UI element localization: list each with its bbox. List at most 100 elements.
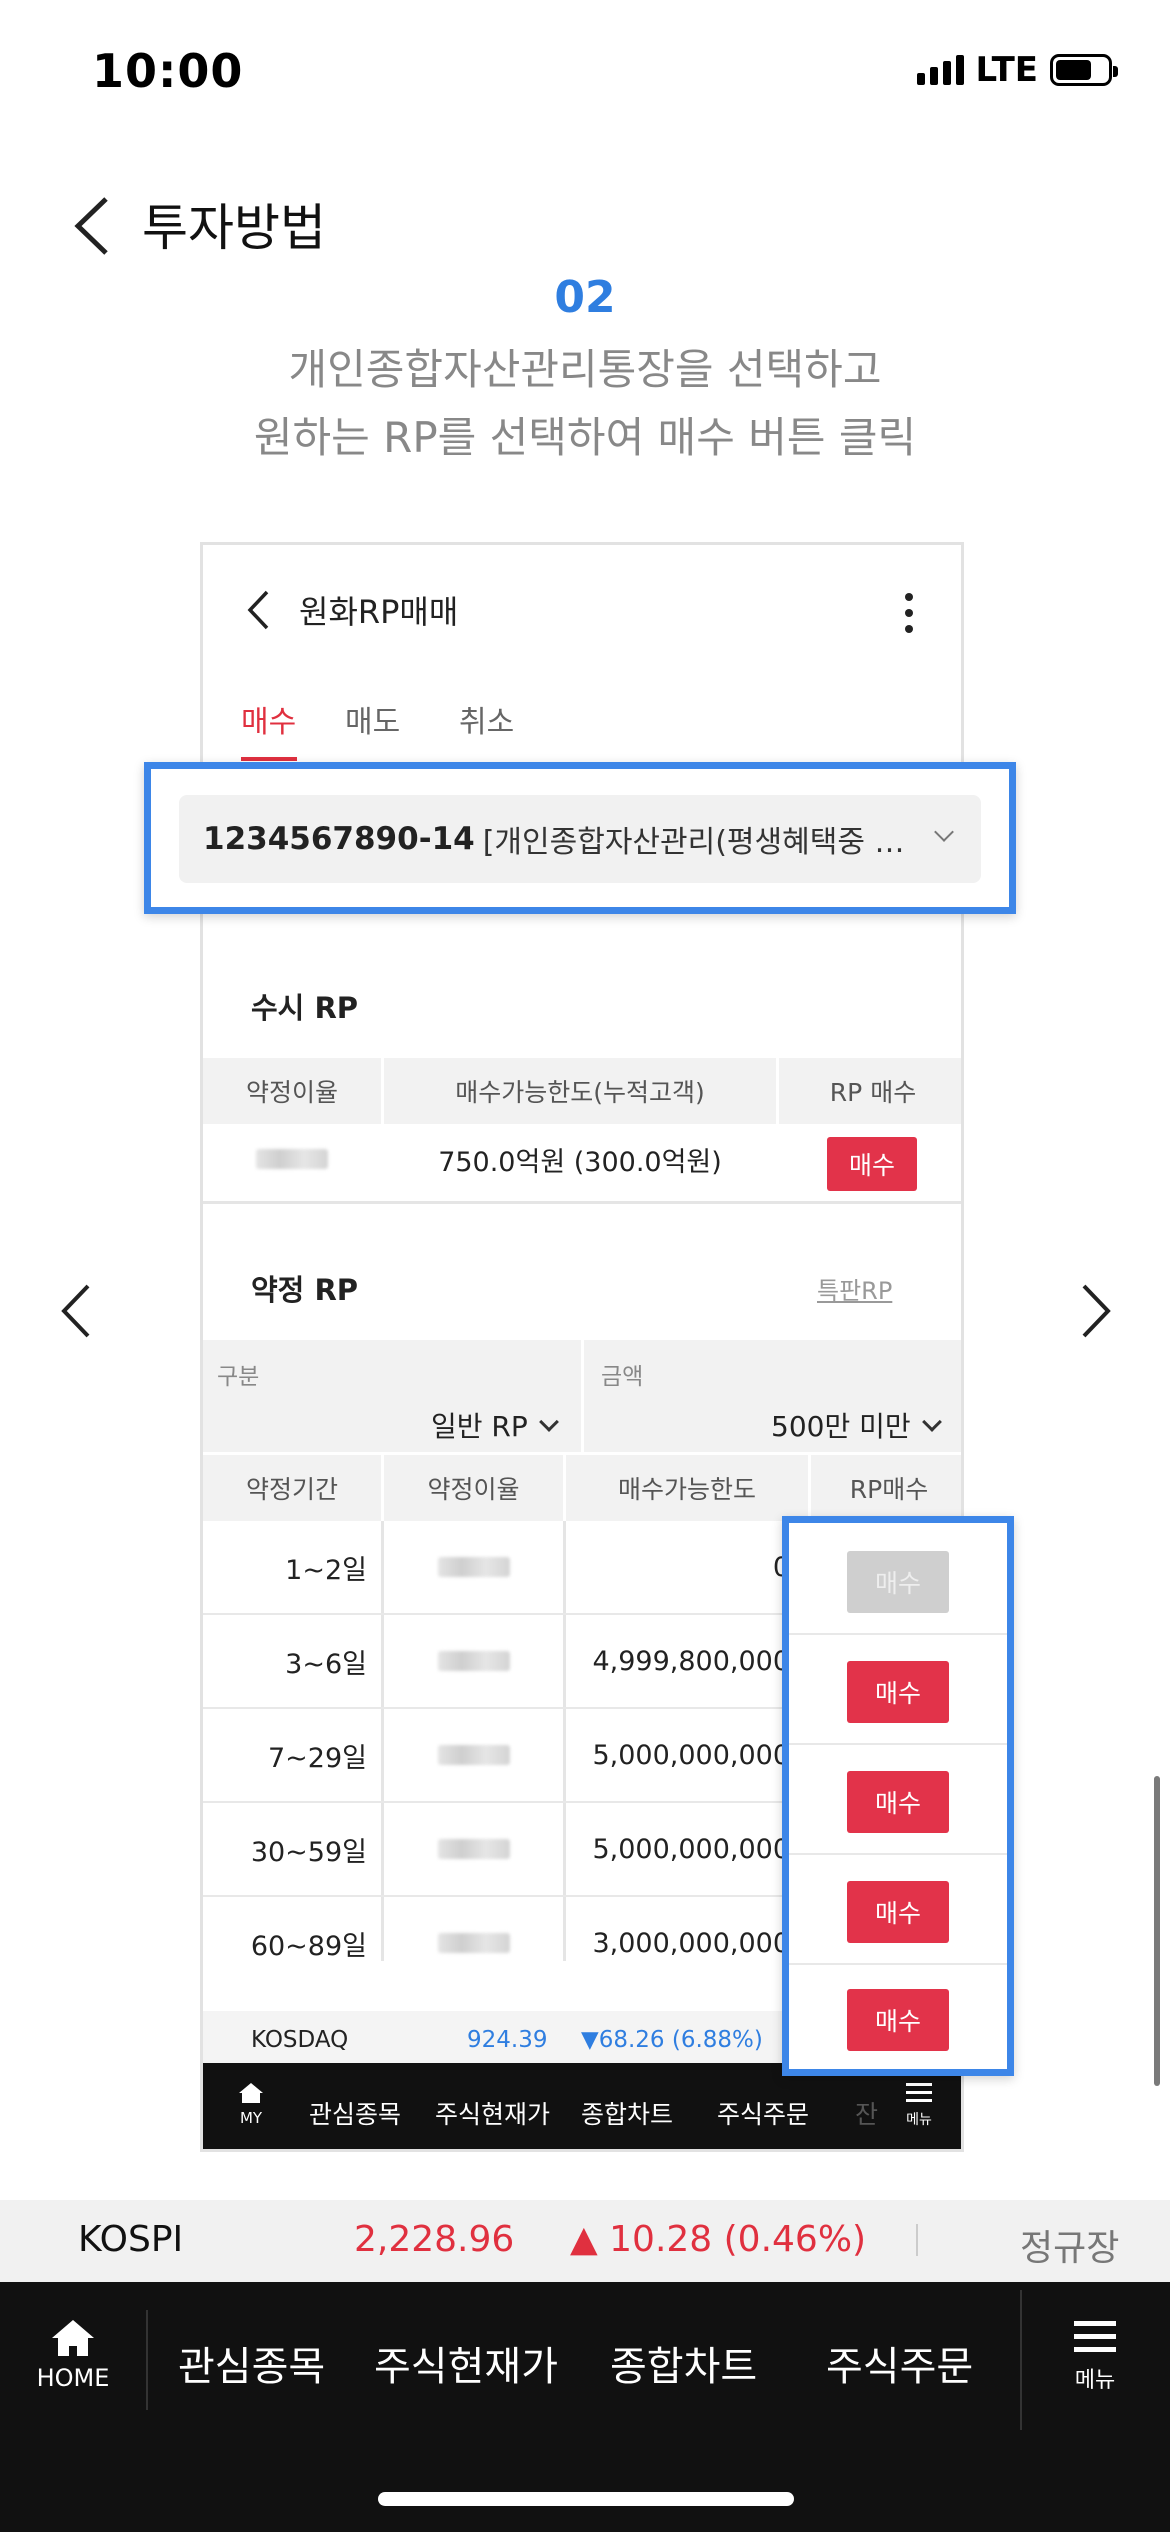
status-time: 10:00 — [92, 44, 244, 98]
phone-nav-item[interactable]: 주식현재가 — [435, 2095, 550, 2131]
screen: 10:00 LTE 투자방법 02 개인종합자산관리통장을 선택하고 원하는 R… — [0, 0, 1170, 2532]
category-value: 일반 RP — [431, 1410, 528, 1443]
special-rp-link[interactable]: 특판RP — [817, 1271, 892, 1306]
next-arrow-icon[interactable] — [1076, 1282, 1116, 1340]
back-arrow-icon[interactable] — [70, 195, 116, 257]
menu-icon — [1074, 2321, 1116, 2352]
nav-menu-label: 메뉴 — [1074, 2368, 1116, 2393]
term-limit: 0 — [566, 1521, 790, 1613]
nav-divider — [146, 2310, 148, 2410]
blurred-rate — [437, 1745, 510, 1765]
buy-button[interactable]: 매수 — [847, 1881, 949, 1943]
header-rate: 약정이율 — [245, 1078, 338, 1107]
step-description-line2: 원하는 RP를 선택하여 매수 버튼 클릭 — [253, 413, 917, 462]
term-rate — [384, 1803, 563, 1895]
nav-menu[interactable]: 메뉴 — [1060, 2318, 1130, 2402]
step-number: 02 — [554, 272, 616, 323]
term-period: 30~59일 — [250, 1836, 367, 1868]
chevron-down-icon — [934, 822, 954, 842]
category-label: 구분 — [217, 1364, 260, 1390]
term-limit: 3,000,000,000 — [592, 1927, 790, 1959]
term-limit: 4,999,800,000 — [592, 1645, 790, 1677]
phone-nav-my-label: MY — [239, 2109, 263, 2127]
nav-home[interactable]: HOME — [28, 2318, 118, 2398]
phone-nav-menu-label: 메뉴 — [906, 2112, 932, 2128]
screen-title: 원화RP매매 — [299, 593, 459, 631]
nav-item-chart[interactable]: 종합차트 — [610, 2334, 757, 2392]
nav-item-current-price[interactable]: 주식현재가 — [374, 2334, 558, 2392]
ticker-value: 924.39 — [467, 2027, 548, 2053]
ticker-change: ▼68.26 (6.88%) — [581, 2027, 763, 2053]
step-description-line1: 개인종합자산관리통장을 선택하고 — [288, 345, 882, 394]
amount-label: 금액 — [601, 1364, 644, 1390]
home-icon — [52, 2320, 94, 2356]
phone-nav-menu[interactable]: 메뉴 — [899, 2081, 939, 2141]
account-select[interactable]: 1234567890-14 [개인종합자산관리(평생혜택중 … — [179, 795, 981, 883]
phone-nav-item[interactable]: 주식주문 — [717, 2095, 809, 2131]
market-value: 2,228.96 — [354, 2219, 515, 2260]
nav-home-label: HOME — [36, 2364, 110, 2392]
header-rate: 약정이율 — [427, 1475, 520, 1504]
header-limit: 매수가능한도 — [617, 1475, 756, 1504]
market-session: 정규장 — [1020, 2228, 1120, 2269]
market-change: ▲ 10.28 (0.46%) — [570, 2219, 867, 2260]
signal-icon — [916, 55, 964, 85]
tab-sell[interactable]: 매도 — [345, 697, 400, 741]
market-divider — [916, 2224, 918, 2256]
page-title: 투자방법 — [142, 199, 326, 257]
header-period: 약정기간 — [245, 1475, 338, 1504]
term-rate — [384, 1521, 563, 1613]
phone-nav-item[interactable]: 잔 — [855, 2095, 878, 2131]
buy-buttons-highlight: 매수 매수 매수 매수 매수 — [782, 1516, 1014, 2076]
status-icons: LTE — [916, 50, 1118, 90]
home-indicator[interactable] — [378, 2492, 794, 2506]
nav-divider — [1020, 2290, 1022, 2430]
amount-value: 500만 미만 — [771, 1410, 911, 1443]
scrollbar[interactable] — [1154, 1776, 1160, 2086]
tab-cancel[interactable]: 취소 — [459, 697, 514, 741]
tab-indicator — [241, 757, 297, 761]
demand-limit-value: 750.0억원 (300.0억원) — [438, 1146, 722, 1178]
category-select[interactable]: 일반 RP — [431, 1405, 559, 1445]
term-rate — [384, 1615, 563, 1707]
account-name: [개인종합자산관리(평생혜택중 … — [482, 825, 905, 860]
buy-button-disabled[interactable]: 매수 — [847, 1551, 949, 1613]
phone-nav-my[interactable]: MY — [227, 2081, 275, 2141]
term-limit: 5,000,000,000 — [592, 1739, 790, 1771]
demand-buy-button[interactable]: 매수 — [827, 1137, 917, 1191]
term-rp-header: 약정기간 약정이율 매수가능한도 RP매수 — [203, 1455, 961, 1521]
account-number: 1234567890-14 — [203, 821, 475, 857]
demand-rp-title: 수시 RP — [251, 991, 359, 1025]
term-rate — [384, 1709, 563, 1801]
header-limit: 매수가능한도(누적고객) — [455, 1078, 705, 1107]
buy-button[interactable]: 매수 — [847, 1989, 949, 2051]
phone-nav-item[interactable]: 관심종목 — [309, 2095, 401, 2131]
market-name: KOSPI — [78, 2219, 184, 2260]
battery-icon — [1050, 54, 1118, 86]
term-limit: 5,000,000,000 — [592, 1833, 790, 1865]
ticker-name: KOSDAQ — [251, 2027, 349, 2053]
blurred-rate — [437, 1557, 510, 1577]
demand-rate-value — [203, 1124, 381, 1194]
term-rate — [384, 1897, 563, 1989]
buy-button[interactable]: 매수 — [847, 1661, 949, 1723]
back-icon[interactable] — [245, 589, 271, 631]
more-icon[interactable] — [903, 591, 915, 635]
term-period: 7~29일 — [268, 1742, 367, 1774]
blurred-rate — [437, 1839, 510, 1859]
nav-item-watchlist[interactable]: 관심종목 — [178, 2334, 325, 2392]
chevron-down-icon — [538, 1412, 559, 1432]
home-icon — [239, 2083, 263, 2103]
tab-buy[interactable]: 매수 — [241, 697, 296, 741]
blurred-rate — [437, 1933, 510, 1953]
chevron-down-icon — [921, 1412, 942, 1432]
term-rp-title: 약정 RP — [251, 1273, 359, 1307]
network-label: LTE — [975, 50, 1038, 90]
blurred-rate — [437, 1651, 510, 1671]
phone-nav-item[interactable]: 종합차트 — [581, 2095, 673, 2131]
buy-button[interactable]: 매수 — [847, 1771, 949, 1833]
header-rp-buy: RP 매수 — [829, 1078, 917, 1107]
nav-item-order[interactable]: 주식주문 — [826, 2334, 973, 2392]
amount-select[interactable]: 500만 미만 — [771, 1405, 942, 1445]
previous-arrow-icon[interactable] — [56, 1282, 96, 1340]
